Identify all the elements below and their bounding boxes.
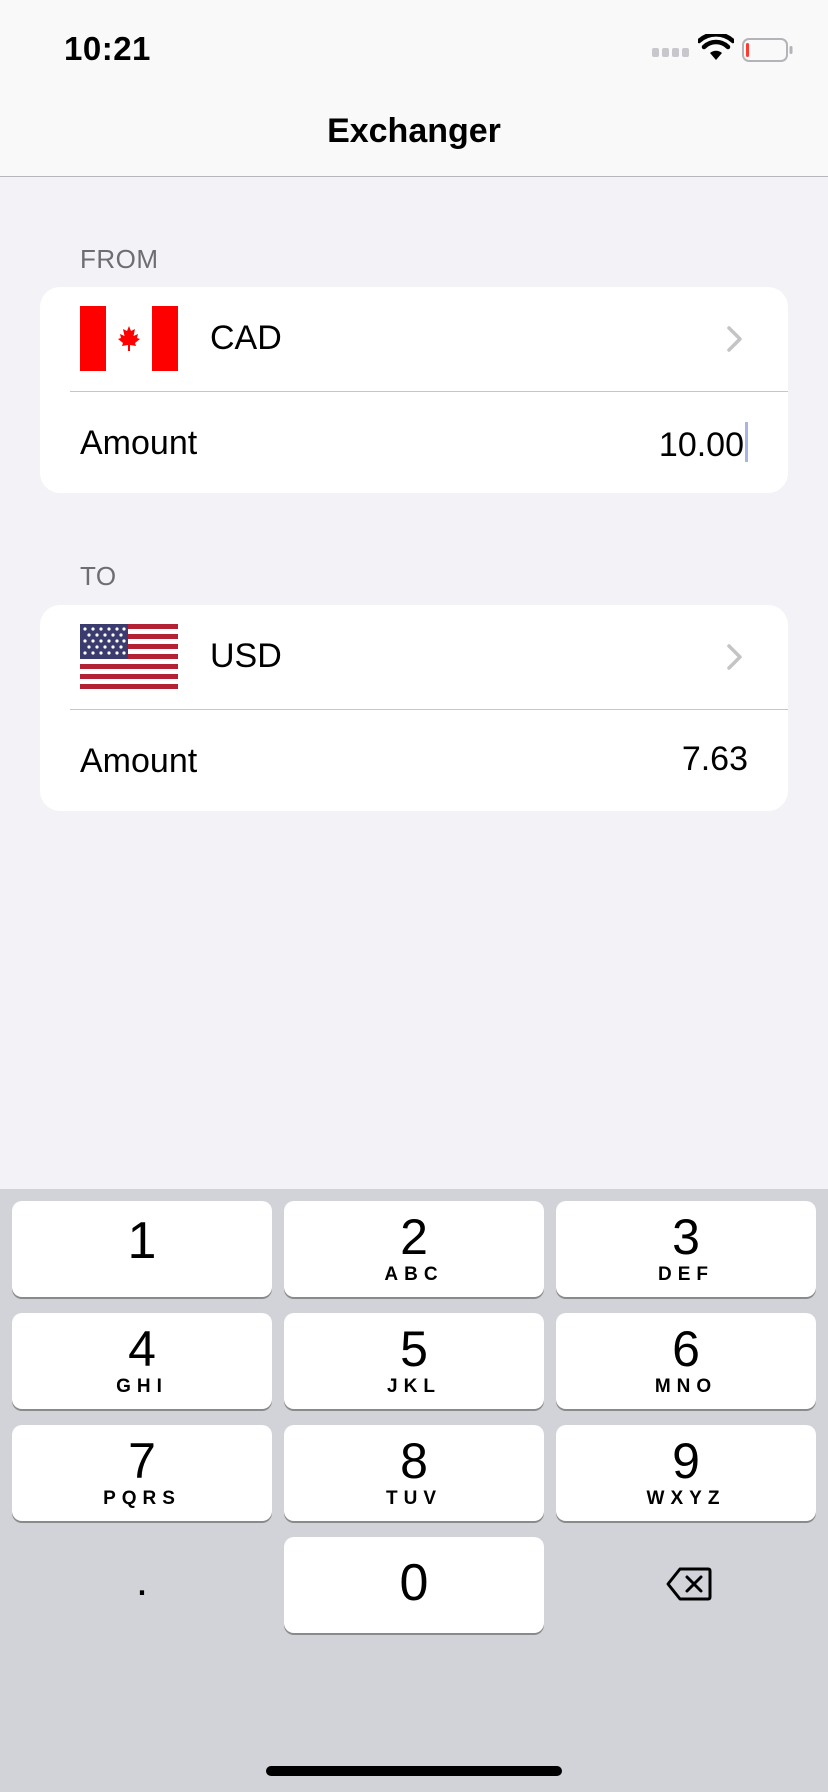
to-currency-code: USD [210, 637, 282, 675]
key-7[interactable]: 7 PQRS [12, 1425, 272, 1521]
key-digit: 7 [128, 1433, 156, 1489]
number-pad: 1 2 ABC 3 DEF 4 GHI 5 JKL 6 MNO 7 PQRS 8… [0, 1189, 828, 1792]
key-9[interactable]: 9 WXYZ [556, 1425, 816, 1521]
key-digit: 3 [672, 1209, 700, 1265]
key-digit: 4 [128, 1321, 156, 1377]
from-card: CAD Amount 10.00 [40, 287, 788, 493]
key-digit: 8 [400, 1433, 428, 1489]
us-flag-icon [80, 624, 178, 689]
text-cursor [745, 422, 748, 462]
from-amount-row[interactable]: Amount 10.00 [40, 392, 788, 493]
key-6[interactable]: 6 MNO [556, 1313, 816, 1409]
to-amount-row: Amount 7.63 [40, 710, 788, 811]
to-card: USD Amount 7.63 [40, 605, 788, 811]
to-section-header: TO [80, 561, 117, 591]
key-0[interactable]: 0 [284, 1537, 544, 1633]
key-5[interactable]: 5 JKL [284, 1313, 544, 1409]
key-8[interactable]: 8 TUV [284, 1425, 544, 1521]
page-title: Exchanger [327, 112, 501, 150]
key-decimal[interactable]: . [12, 1537, 272, 1633]
key-4[interactable]: 4 GHI [12, 1313, 272, 1409]
key-letters: TUV [386, 1488, 442, 1509]
key-letters: JKL [387, 1376, 441, 1397]
key-1[interactable]: 1 [12, 1201, 272, 1297]
key-3[interactable]: 3 DEF [556, 1201, 816, 1297]
from-amount-input[interactable]: 10.00 [659, 422, 748, 465]
chevron-right-icon [727, 326, 742, 352]
to-currency-row[interactable]: USD [40, 605, 788, 709]
chevron-right-icon [727, 644, 742, 670]
from-amount-value: 10.00 [658, 426, 744, 464]
from-section-header: FROM [80, 244, 159, 274]
key-letters: GHI [116, 1376, 168, 1397]
key-letters: ABC [384, 1264, 444, 1285]
key-digit: 6 [672, 1321, 700, 1377]
key-letters: MNO [654, 1376, 718, 1397]
navigation-bar: Exchanger [0, 100, 828, 177]
home-indicator[interactable] [266, 1766, 562, 1776]
canada-flag-icon [80, 306, 178, 371]
key-letters: DEF [658, 1264, 714, 1285]
to-amount-label: Amount [80, 742, 198, 780]
key-digit: 9 [672, 1433, 700, 1489]
key-digit: 5 [400, 1321, 428, 1377]
key-digit: 2 [400, 1209, 428, 1265]
signal-icon [652, 48, 692, 60]
status-bar: 10:21 [0, 0, 828, 100]
to-amount-value: 7.63 [681, 740, 748, 778]
key-2[interactable]: 2 ABC [284, 1201, 544, 1297]
key-letters: WXYZ [646, 1488, 726, 1509]
key-digit: 1 [127, 1212, 157, 1270]
key-digit: 0 [399, 1554, 429, 1612]
battery-icon [742, 38, 793, 62]
status-time: 10:21 [64, 30, 151, 67]
from-currency-code: CAD [210, 319, 282, 357]
from-currency-row[interactable]: CAD [40, 287, 788, 391]
wifi-icon [698, 34, 734, 60]
key-decimal-label: . [135, 1556, 149, 1605]
backspace-key[interactable] [556, 1537, 816, 1633]
from-amount-label: Amount [80, 424, 198, 462]
key-letters: PQRS [103, 1488, 181, 1509]
backspace-icon [666, 1567, 712, 1601]
